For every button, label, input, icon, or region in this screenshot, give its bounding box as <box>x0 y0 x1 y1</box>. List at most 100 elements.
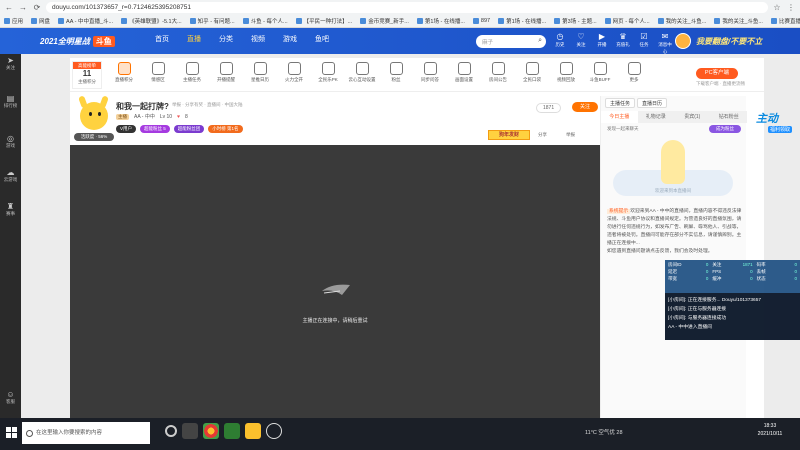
group-icon <box>389 62 403 75</box>
panel-tab[interactable]: 礼物记录 <box>638 111 675 123</box>
toolbar-item[interactable]: 斗鱼BUFF <box>584 62 616 83</box>
avatar[interactable] <box>675 33 691 49</box>
toolbar-item[interactable]: 火力全开 <box>278 62 310 83</box>
toolbar-item[interactable]: 粉丝 <box>380 62 412 83</box>
bookmark-item[interactable]: 比赛直播数据... <box>770 17 800 25</box>
toolbar-item-label: 云心互动设置 <box>348 77 376 82</box>
toolbar-item[interactable]: 直播积分 <box>108 62 140 83</box>
url-bar[interactable]: douyu.com/101373657_r=0.7124625395208751 <box>46 1 768 13</box>
bookmark-item[interactable]: 我的关注_斗鱼... <box>714 17 763 25</box>
toolbar-item[interactable]: 同步问答 <box>414 62 446 83</box>
nav-item[interactable]: 直播 <box>187 34 219 44</box>
panel-tab[interactable]: 贵宾(1) <box>674 111 711 123</box>
bookmark-item[interactable]: 《英雄联盟》-5.1大... <box>121 17 182 25</box>
host-name[interactable]: AA - 中中 <box>134 113 155 120</box>
sidebar-item[interactable]: ◎ 游戏 <box>0 134 21 149</box>
video-player[interactable]: 主播正在连接中，请稍后重试 <box>70 145 600 418</box>
toolbar-item[interactable]: 全民乐PK <box>312 62 344 83</box>
bookmark-label: AA - 中中直播_斗... <box>66 19 114 25</box>
menu-icon[interactable]: ⋮ <box>786 3 796 12</box>
star-icon[interactable]: ☆ <box>772 3 782 12</box>
toolbar-item[interactable]: 星推日历 <box>244 62 276 83</box>
follow-button[interactable]: 关注 <box>572 102 598 112</box>
room-badge[interactable]: V用户 <box>116 125 137 133</box>
panel-top-button[interactable]: 主播任务 <box>605 98 636 108</box>
room-badge[interactable]: 超能粉丝团 <box>173 125 205 133</box>
toolbar-item[interactable]: 更多 <box>618 62 650 83</box>
bookmark-item[interactable]: 第3场 - 主题... <box>554 17 597 25</box>
app-icon[interactable] <box>224 423 240 439</box>
search-input[interactable]: 麻子 ⌕ <box>476 35 546 48</box>
debug-stat-value: 0 <box>705 269 709 274</box>
sidebar-item[interactable]: ▤ 排行榜 <box>0 94 21 109</box>
panel-top-button[interactable]: 直播日历 <box>637 98 668 108</box>
toolbar-item[interactable]: 房间公告 <box>482 62 514 83</box>
rank-badge[interactable]: 高能榜单 11 主播积分 <box>72 61 102 89</box>
back-icon[interactable]: ← <box>4 3 14 12</box>
bookmark-item[interactable]: 897 <box>472 18 490 24</box>
forward-icon[interactable]: → <box>18 3 28 12</box>
streamer-avatar[interactable] <box>74 95 114 134</box>
floating-promo-badge[interactable]: 主动 福利领取 <box>752 106 796 136</box>
taskbar-search-input[interactable]: 在这里输入你要搜索的内容 <box>22 422 150 444</box>
windows-start-icon[interactable] <box>6 427 18 439</box>
toolbar-item[interactable]: 云心互动设置 <box>346 62 378 83</box>
toolbar-item[interactable]: 开播提醒 <box>210 62 242 83</box>
toolbar-item[interactable]: 全民口袋 <box>516 62 548 83</box>
file-explorer-icon[interactable] <box>245 423 261 439</box>
bookmark-item[interactable]: 知乎 - 有问题... <box>189 17 235 25</box>
sidebar-item[interactable]: ♜ 赛事 <box>0 202 21 217</box>
toolbar-item[interactable]: 视频回放 <box>550 62 582 83</box>
nav-item[interactable]: 视频 <box>251 34 283 44</box>
bookmark-item[interactable]: 我的关注_斗鱼... <box>657 17 706 25</box>
bookmark-item[interactable]: 第1场 - 在线播... <box>498 17 546 25</box>
toolbar-item[interactable]: 主播任务 <box>176 62 208 83</box>
header-message-button[interactable]: ✉ 消息中心 <box>657 32 673 55</box>
chrome-icon[interactable] <box>203 423 219 439</box>
header-task-button[interactable]: ☑ 任务 <box>636 32 652 55</box>
bookmark-item[interactable]: AA - 中中直播_斗... <box>58 17 113 25</box>
app-2-icon[interactable] <box>266 423 282 439</box>
bookmark-icon <box>242 18 249 24</box>
toolbar-item[interactable]: 情感区 <box>142 62 174 83</box>
cortana-icon[interactable] <box>165 425 177 437</box>
share-button[interactable]: 分享 <box>538 132 547 138</box>
report-button[interactable]: 举报 <box>566 132 575 138</box>
bookmark-item[interactable]: 【平民一种打法】... <box>295 17 352 25</box>
debug-stat: 关注 1871 <box>712 262 752 268</box>
header-history-button[interactable]: ◷ 历史 <box>552 32 568 55</box>
host-tag: 主播 <box>116 113 129 120</box>
header-follow-button[interactable]: ♡ 关注 <box>573 32 589 55</box>
nav-item[interactable]: 首页 <box>155 34 187 44</box>
promo-button[interactable]: 狗年发财 <box>488 130 530 140</box>
search-icon[interactable]: ⌕ <box>538 37 542 45</box>
site-logo[interactable]: 2021全明星战 斗鱼 <box>40 33 135 49</box>
task-view-icon[interactable] <box>182 423 198 439</box>
sidebar-item[interactable]: ☁ 云游戏 <box>0 168 21 183</box>
header-live-button[interactable]: ▶ 开播 <box>594 32 610 55</box>
bookmark-item[interactable]: 金币竞赛_新手... <box>360 17 409 25</box>
bookmark-item[interactable]: 斗鱼 - 每个人... <box>242 17 288 25</box>
pc-client-button[interactable]: PC客户端 <box>696 68 738 79</box>
sidebar-item[interactable]: ➤ 关注 <box>0 56 21 71</box>
toolbar-item[interactable]: 画面设置 <box>448 62 480 83</box>
bookmark-label: 第3场 - 主题... <box>562 19 597 25</box>
panel-tab[interactable]: 钻石粉丝 <box>711 111 748 123</box>
sidebar-item[interactable]: ☺ 客服 <box>0 390 21 405</box>
room-badge[interactable]: 小时榜 第1名 <box>208 125 243 133</box>
header-gift-button[interactable]: ♛ 充值礼 <box>615 32 631 55</box>
system-clock[interactable]: 18:33 2021/10/11 <box>750 422 790 438</box>
become-fan-button[interactable]: 成为粉丝 <box>709 125 741 133</box>
bookmark-item[interactable]: 网页 - 每个人... <box>604 17 650 25</box>
reload-icon[interactable]: ⟳ <box>32 3 42 12</box>
bookmark-item[interactable]: 应用 <box>4 17 23 25</box>
bookmark-item[interactable]: 网盘 <box>31 17 50 25</box>
nav-item[interactable]: 游戏 <box>283 34 315 44</box>
nav-item[interactable]: 分类 <box>219 34 251 44</box>
weather-widget[interactable]: 11°C 空气优 28 <box>585 428 623 436</box>
edit-icon <box>491 62 505 75</box>
panel-tab[interactable]: 今日主播 <box>601 111 638 123</box>
nav-item[interactable]: 鱼吧 <box>315 34 347 44</box>
bookmark-item[interactable]: 第1场 - 在线播... <box>416 17 465 25</box>
room-badge[interactable]: 超能粉丝 5 <box>140 125 170 133</box>
